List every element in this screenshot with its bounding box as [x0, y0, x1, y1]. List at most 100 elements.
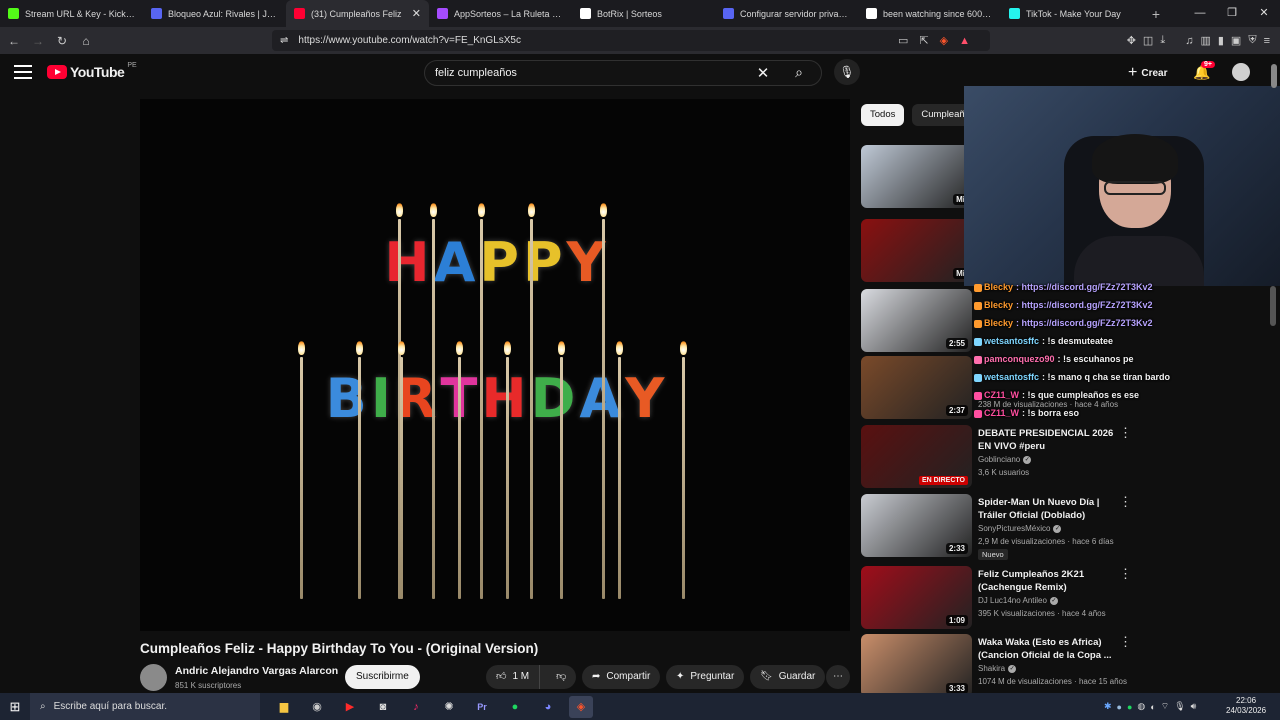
recommendation-item[interactable]: 2:33 Spider-Man Un Nuevo Día | Tráiler Of… [861, 494, 1151, 560]
taskbar-search[interactable]: ⌕ Escribe aquí para buscar. [30, 693, 260, 720]
cast-icon[interactable]: ▭ [898, 34, 908, 47]
new-tab-button[interactable]: + [1144, 6, 1168, 22]
chat-username[interactable]: CZ11_W [984, 408, 1019, 418]
spotify-icon[interactable]: ● [503, 696, 527, 718]
video-player[interactable]: HAPPY BIRTHDAY [140, 99, 850, 631]
wallet-icon[interactable]: ▣ [1231, 34, 1241, 47]
site-info-icon[interactable]: ⇌ [280, 35, 288, 46]
back-icon[interactable]: ← [4, 34, 24, 48]
more-options-icon[interactable]: ⋮ [1119, 494, 1132, 510]
voice-search-icon[interactable]: 🎙 [834, 59, 860, 85]
obs-icon[interactable]: ◉ [305, 696, 329, 718]
dislike-button[interactable]: 👎︎ [546, 665, 576, 689]
more-options-icon[interactable]: ⋮ [1119, 425, 1132, 441]
spotify-tray-icon[interactable]: ● [1127, 702, 1132, 712]
recommendation-item[interactable]: 1:09 Feliz Cumpleaños 2K21 (Cachengue Rem… [861, 566, 1151, 630]
chat-username[interactable]: Blecky [984, 300, 1013, 310]
system-clock[interactable]: 22:06 24/03/2026 [1226, 696, 1266, 716]
recommendation-item[interactable]: 3:33 Waka Waka (Esto es Africa) (Cancion … [861, 634, 1151, 698]
browser-tab[interactable]: Bloqueo Azul: Rivales | Juega [143, 0, 286, 27]
create-button[interactable]: + Crear [1128, 64, 1167, 82]
address-bar[interactable]: ⇌ https://www.youtube.com/watch?v=FE_KnG… [272, 30, 990, 51]
recommendation-channel[interactable]: Shakira ✓ [978, 664, 1017, 673]
recommendation-title[interactable]: Waka Waka (Esto es Africa) (Cancion Ofic… [978, 636, 1128, 662]
steam-tray-icon[interactable]: ◐ [1150, 702, 1155, 712]
video-thumbnail[interactable]: 3:33 [861, 634, 972, 697]
browser-tab[interactable]: been watching since 600k!!!! 2 [858, 0, 1001, 27]
recommendation-channel[interactable]: Goblinciano ✓ [978, 455, 1032, 464]
wifi-icon[interactable]: ⌔ [1161, 701, 1169, 712]
chat-username[interactable]: Blecky [984, 318, 1013, 328]
save-button[interactable]: 🔖︎ Guardar [750, 665, 826, 689]
browser-tab[interactable]: (31) Cumpleaños Feliz ✕ [286, 0, 429, 27]
windows-start-icon[interactable]: ⊞ [0, 699, 30, 715]
video-thumbnail[interactable]: Mi [861, 219, 972, 282]
streamlabs-icon[interactable]: ◙ [371, 696, 395, 718]
recommendation-channel[interactable]: SonyPicturesMéxico ✓ [978, 524, 1062, 533]
channel-avatar[interactable] [140, 664, 167, 691]
chat-username[interactable]: Blecky [984, 282, 1013, 292]
restore-icon[interactable]: ❐ [1216, 0, 1248, 27]
clear-search-icon[interactable]: ✕ [749, 64, 777, 82]
premiere-icon[interactable]: Pr [470, 696, 494, 718]
chat-text[interactable]: : https://discord.gg/FZz72T3Kv2 [1016, 300, 1153, 310]
vpn-icon[interactable]: ⛨ [1248, 34, 1256, 47]
recommendation-title[interactable]: DEBATE PRESIDENCIAL 2026 EN VIVO #peru [978, 427, 1128, 453]
more-options-icon[interactable]: ⋮ [1119, 634, 1132, 650]
sidebar-icon[interactable]: ▥ [1200, 34, 1210, 47]
video-thumbnail[interactable]: 2:55 [861, 289, 972, 352]
browser-tab[interactable]: AppSorteos – La Ruleta de la S [429, 0, 572, 27]
youtube-logo[interactable]: YouTube PE [47, 62, 137, 80]
media-icon[interactable]: ♫ [1185, 35, 1193, 47]
guide-menu-icon[interactable] [14, 65, 32, 79]
account-avatar[interactable] [1232, 63, 1250, 81]
chat-text[interactable]: : https://discord.gg/FZz72T3Kv2 [1016, 318, 1153, 328]
recommendation-channel[interactable]: DJ Luc14no Antileo ✓ [978, 596, 1058, 605]
like-button[interactable]: 👍︎ 1 M [486, 665, 541, 689]
media-player-icon[interactable]: ▶ [338, 696, 362, 718]
volume-icon[interactable]: 🔊︎ [1191, 701, 1197, 712]
chat-username[interactable]: wetsantosffc [984, 372, 1039, 382]
minimize-icon[interactable]: — [1184, 0, 1216, 27]
chip-all[interactable]: Todos [861, 104, 905, 126]
recommendation-title[interactable]: Spider-Man Un Nuevo Día | Tráiler Oficia… [978, 496, 1128, 522]
video-thumbnail[interactable]: Mi [861, 145, 972, 208]
menu-icon[interactable]: ≡ [1264, 35, 1270, 47]
close-tab-icon[interactable]: ✕ [412, 7, 421, 20]
file-explorer-icon[interactable]: ▆ [272, 696, 296, 718]
video-thumbnail[interactable]: 2:33 [861, 494, 972, 557]
video-thumbnail[interactable]: 1:09 [861, 566, 972, 629]
bookmarks-icon[interactable]: ▮ [1218, 34, 1224, 47]
chat-text[interactable]: : https://discord.gg/FZz72T3Kv2 [1016, 282, 1153, 292]
recommendation-item[interactable]: EN DIRECTO DEBATE PRESIDENCIAL 2026 EN VI… [861, 425, 1151, 489]
search-input[interactable]: feliz cumpleaños [435, 67, 749, 79]
recommendation-title[interactable]: Feliz Cumpleaños 2K21 (Cachengue Remix) [978, 568, 1128, 594]
chat-username[interactable]: wetsantosffc [984, 336, 1039, 346]
chat-username[interactable]: CZ11_W [984, 390, 1019, 400]
page-scrollbar[interactable] [1271, 64, 1277, 88]
extensions-icon[interactable]: ✥ [1127, 34, 1136, 47]
video-thumbnail[interactable]: 2:37 [861, 356, 972, 419]
chatgpt-icon[interactable]: ✺ [437, 696, 461, 718]
discord-icon[interactable]: ◕ [536, 696, 560, 718]
brave-shield-icon[interactable]: ◈ [940, 34, 948, 47]
network-tray-icon[interactable]: ◍ [1137, 701, 1145, 712]
download-icon[interactable]: ⤓ [1160, 34, 1165, 47]
reload-icon[interactable]: ↻ [52, 34, 72, 48]
browser-tab[interactable]: TikTok - Make Your Day [1001, 0, 1144, 27]
share-button[interactable]: ➦ Compartir [582, 665, 661, 689]
notifications-icon[interactable]: 🔔 9+ [1193, 61, 1215, 81]
home-icon[interactable]: ⌂ [76, 34, 96, 48]
channel-name[interactable]: Andric Alejandro Vargas Alarcon [175, 665, 338, 677]
browser-tab[interactable]: Configurar servidor privado - R [715, 0, 858, 27]
bluetooth-icon[interactable]: ✱ [1104, 701, 1112, 712]
browser-tab[interactable]: Stream URL & Key - Kick Dash [0, 0, 143, 27]
ask-button[interactable]: ✦ Preguntar [666, 665, 745, 689]
mic-tray-icon[interactable]: 🎙︎ [1174, 701, 1185, 712]
browser-tab[interactable]: BotRix | Sorteos [572, 0, 715, 27]
more-options-icon[interactable]: ⋮ [1119, 566, 1132, 582]
brave-browser-icon[interactable]: ◈ [569, 695, 593, 718]
screenshot-icon[interactable]: ◫ [1143, 34, 1153, 47]
forward-icon[interactable]: → [28, 34, 48, 48]
subscribe-button[interactable]: Suscribirme [345, 665, 420, 689]
